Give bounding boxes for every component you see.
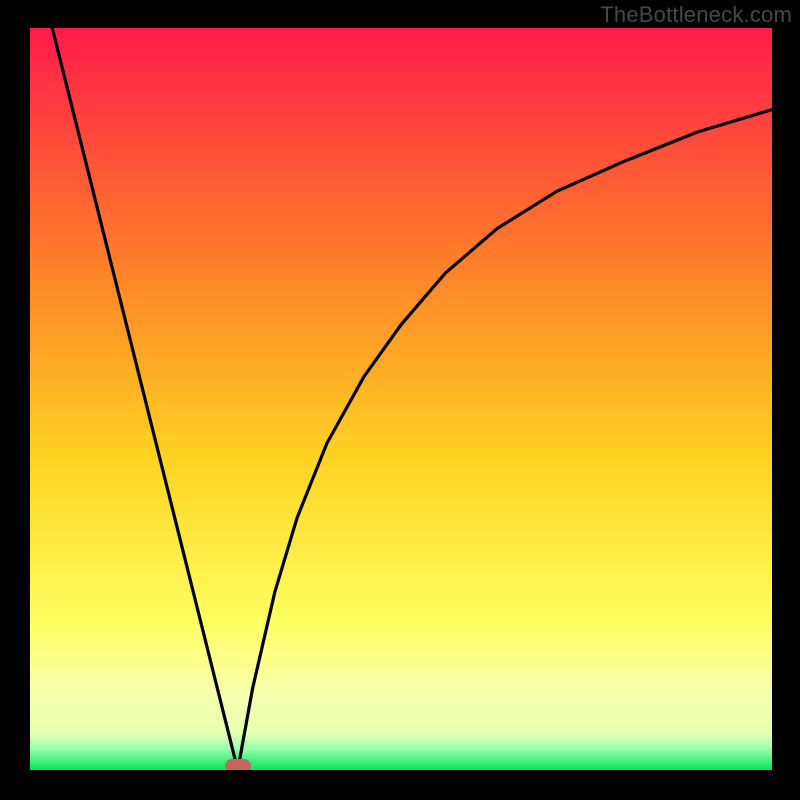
- curve-right-branch: [238, 110, 772, 770]
- watermark-text: TheBottleneck.com: [600, 2, 792, 28]
- plot-area: [30, 28, 772, 770]
- minimum-marker: [225, 759, 251, 770]
- bottleneck-curve: [30, 28, 772, 770]
- curve-left-branch: [30, 28, 238, 770]
- chart-frame: TheBottleneck.com: [0, 0, 800, 800]
